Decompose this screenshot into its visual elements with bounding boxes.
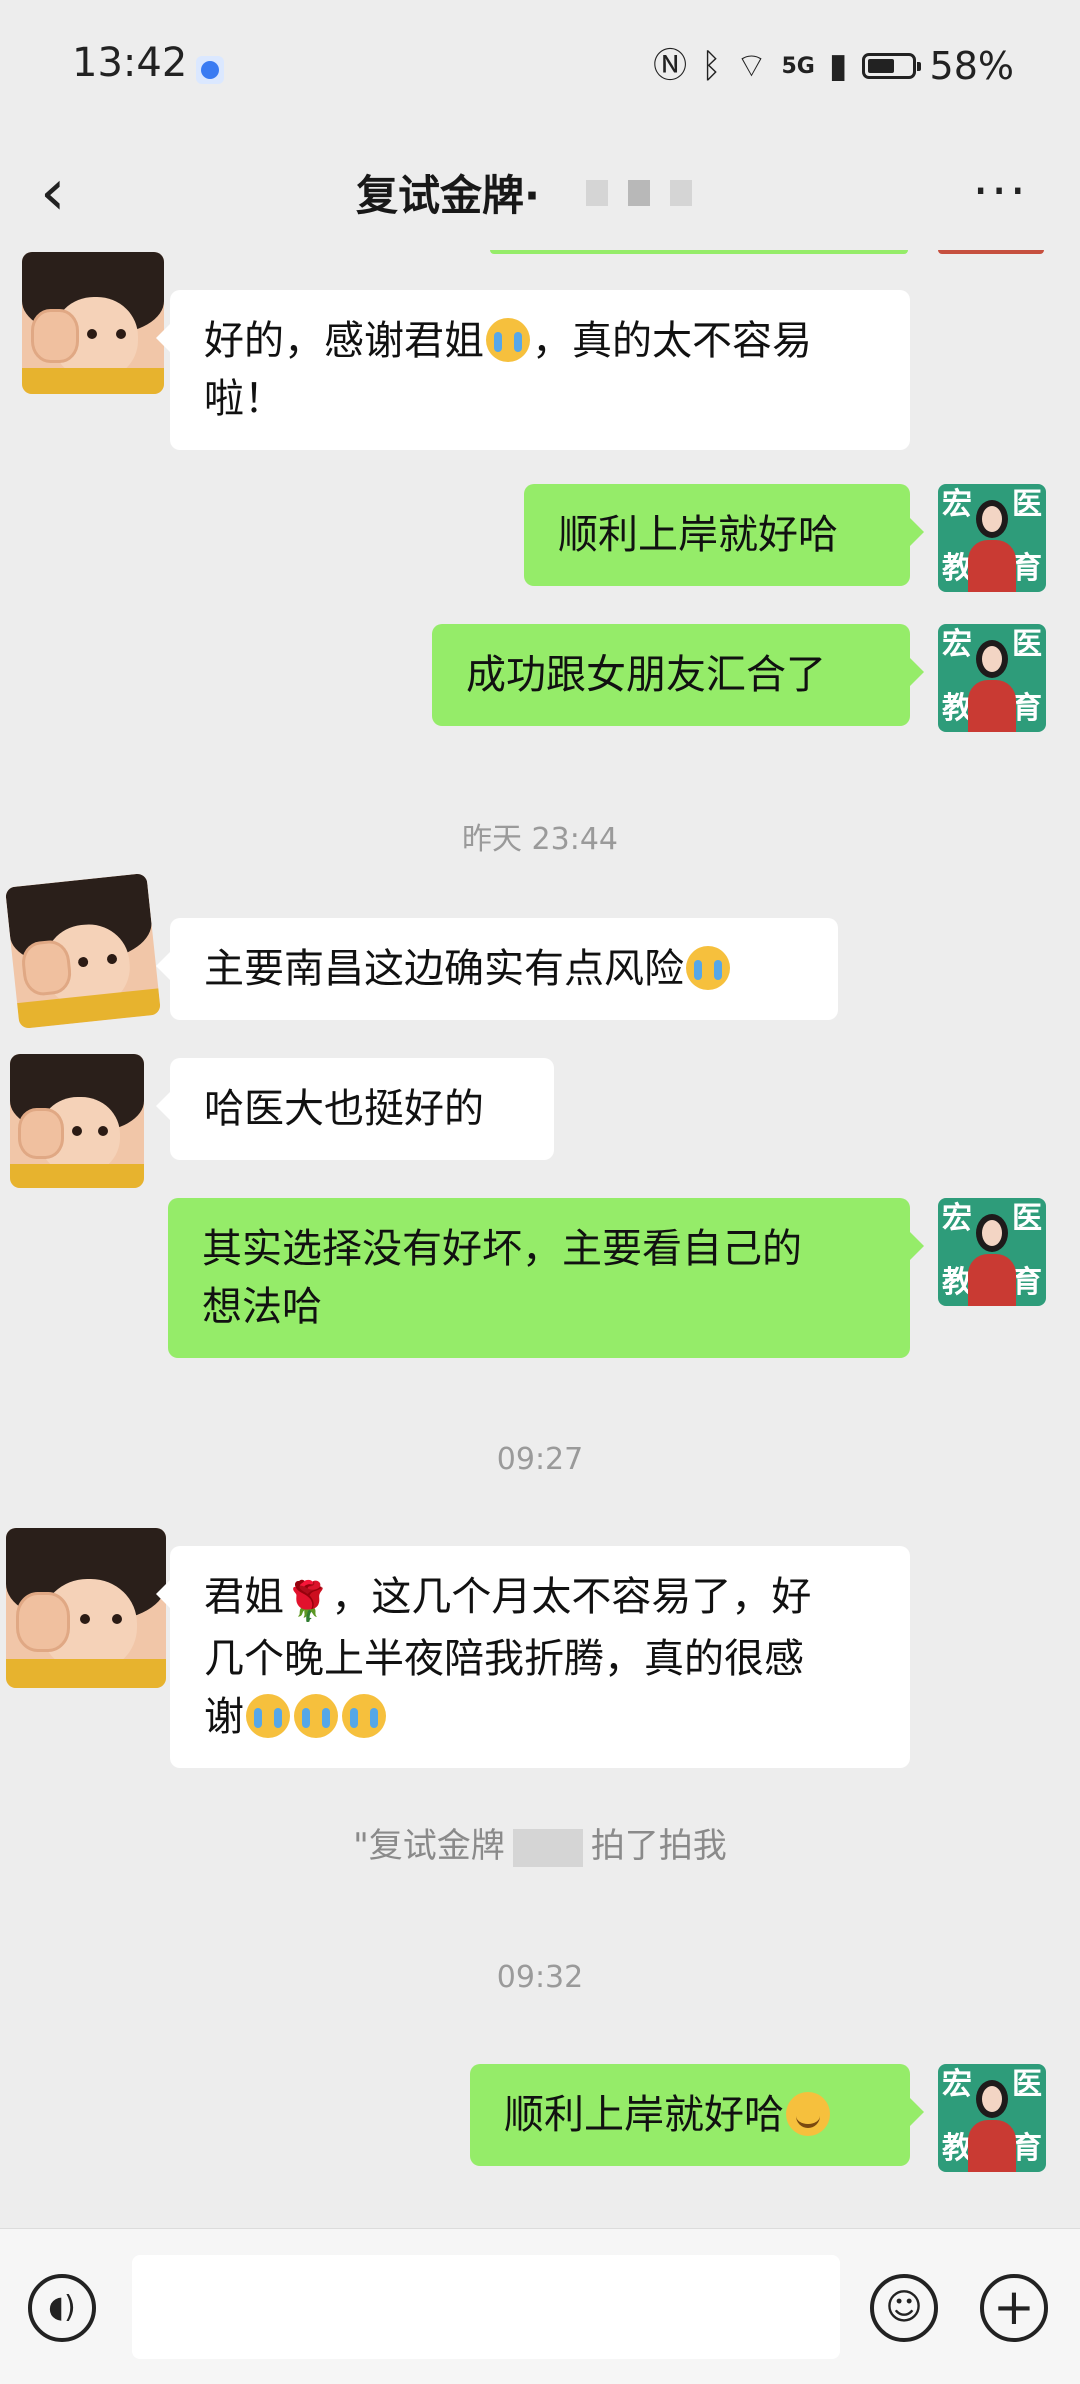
message-bubble-incoming[interactable]: 哈医大也挺好的: [156, 1058, 554, 1160]
wifi-icon: ⌔: [735, 46, 768, 86]
rose-emoji-icon: 🌹: [284, 1579, 332, 1623]
contact-avatar[interactable]: [4, 872, 162, 1030]
agent-avatar[interactable]: 宏 医 教 育: [938, 624, 1046, 732]
bluetooth-icon: ᛒ: [701, 46, 722, 86]
battery-percent: 58%: [929, 44, 1014, 88]
message-bubble-incoming[interactable]: 主要南昌这边确实有点风险: [156, 918, 838, 1020]
message-bubble-outgoing[interactable]: 顺利上岸就好哈: [470, 2064, 924, 2166]
chat-header: ‹ 复试金牌· ···: [0, 140, 1080, 250]
message-bubble-outgoing[interactable]: 其实选择没有好坏，主要看自己的 想法哈: [168, 1198, 924, 1358]
contact-avatar[interactable]: [6, 1528, 166, 1688]
message-timestamp: 昨天 23:44: [462, 822, 618, 857]
crying-emoji-icon: [342, 1694, 386, 1738]
redacted-name: [586, 180, 692, 206]
battery-icon: [861, 53, 921, 79]
agent-avatar[interactable]: 宏 医 教 育: [938, 2064, 1046, 2172]
add-attachment-icon[interactable]: +: [980, 2274, 1048, 2342]
emoji-picker-icon[interactable]: ☺: [870, 2274, 938, 2342]
message-timestamp: 09:27: [496, 1442, 584, 1477]
message-bubble-outgoing[interactable]: 顺利上岸就好哈: [524, 484, 924, 586]
contact-avatar[interactable]: [22, 252, 164, 394]
crying-emoji-icon: [294, 1694, 338, 1738]
crying-emoji-icon: [246, 1694, 290, 1738]
smile-emoji-icon: [786, 2092, 830, 2136]
chat-title: 复试金牌·: [356, 171, 540, 220]
status-time: 13:42: [72, 40, 188, 86]
message-input[interactable]: [132, 2255, 840, 2359]
input-bar: ◖) ☺ +: [0, 2228, 1080, 2384]
network-label: 5G: [781, 53, 815, 79]
status-icons: Ⓝ ᛒ ⌔ 5G ▮ 58%: [653, 44, 1014, 88]
message-bubble-incoming[interactable]: 君姐🌹，这几个月太不容易了，好 几个晚上半夜陪我折腾，真的很感谢: [156, 1546, 910, 1768]
crying-emoji-icon: [686, 946, 730, 990]
agent-avatar[interactable]: 宏 医 教 育: [938, 1198, 1046, 1306]
contact-avatar[interactable]: [10, 1054, 144, 1188]
crying-emoji-icon: [486, 318, 530, 362]
partial-message-bubble: [490, 250, 908, 254]
message-bubble-incoming[interactable]: 好的，感谢君姐 ，真的太不容易 啦！: [156, 290, 910, 450]
app-notification-icon: [196, 56, 224, 84]
status-bar: 13:42 Ⓝ ᛒ ⌔ 5G ▮ 58%: [0, 0, 1080, 140]
more-options-icon[interactable]: ···: [972, 162, 1028, 222]
voice-input-icon[interactable]: ◖): [28, 2274, 96, 2342]
signal-icon: ▮: [828, 46, 848, 86]
partial-avatar: [938, 250, 1044, 254]
message-bubble-outgoing[interactable]: 成功跟女朋友汇合了: [432, 624, 924, 726]
redacted-name: [512, 1828, 583, 1867]
nfc-icon: Ⓝ: [653, 46, 688, 86]
chevron-left-icon[interactable]: ‹: [40, 158, 100, 228]
agent-avatar[interactable]: 宏 医 教 育: [938, 484, 1046, 592]
message-timestamp: 09:32: [496, 1960, 584, 1995]
pat-system-message: "复试金牌 拍了拍我: [353, 1826, 727, 1867]
